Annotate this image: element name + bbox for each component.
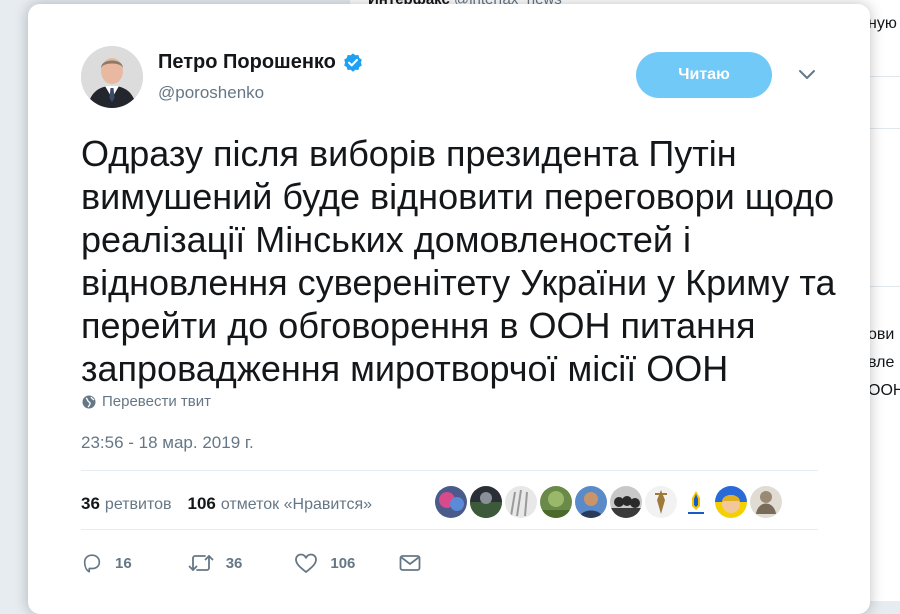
background-text-fragment: ную [868, 15, 897, 32]
direct-message-button[interactable] [399, 553, 433, 573]
likes-count: 106 [187, 494, 216, 513]
liker-avatar[interactable] [645, 486, 677, 518]
likes-label: отметок «Нравится» [220, 496, 373, 513]
liker-avatar[interactable] [575, 486, 607, 518]
liker-avatar[interactable] [610, 486, 642, 518]
liker-avatars [435, 486, 785, 518]
tweet-stats: 36 ретвитов 106 отметок «Нравится» [81, 494, 372, 514]
liker-avatar[interactable] [540, 486, 572, 518]
tweet-text: Одразу після виборів президента Путін ви… [81, 133, 836, 389]
divider [81, 470, 818, 471]
like-count: 106 [330, 554, 356, 572]
avatar-portrait-icon [81, 46, 143, 108]
like-button[interactable]: 106 [294, 552, 355, 574]
tweet-modal: Петро Порошенко @poroshenko Читаю Одразу… [28, 4, 870, 614]
liker-avatar[interactable] [435, 486, 467, 518]
retweets-count: 36 [81, 494, 100, 513]
author-name[interactable]: Петро Порошенко [158, 51, 336, 74]
liker-avatar[interactable] [470, 486, 502, 518]
heart-icon [295, 553, 318, 573]
direct-message-icon [400, 555, 421, 571]
reply-count: 16 [115, 554, 132, 572]
retweet-button[interactable]: 36 [188, 552, 243, 574]
retweet-count: 36 [225, 554, 243, 572]
translate-label[interactable]: Перевести твит [102, 393, 211, 410]
author-handle[interactable]: @poroshenko [158, 83, 264, 103]
globe-icon [82, 395, 96, 408]
translate-link[interactable]: Перевести твит [82, 393, 211, 410]
retweets-stat[interactable]: 36 ретвитов [81, 494, 172, 514]
chevron-down-icon[interactable] [798, 68, 816, 82]
retweet-icon [188, 555, 214, 571]
divider [81, 529, 818, 530]
background-text-fragment: вле [868, 354, 895, 371]
liker-avatar[interactable] [680, 486, 712, 518]
retweets-label: ретвитов [104, 496, 172, 513]
tweet-timestamp[interactable]: 23:56 - 18 мар. 2019 г. [81, 433, 254, 453]
tweet-actions: 16 36 106 [81, 552, 433, 574]
background-text-fragment: ови [868, 326, 895, 343]
background-text-fragment: ООН [868, 382, 900, 399]
reply-icon [83, 554, 101, 573]
avatar[interactable] [81, 46, 143, 108]
liker-avatar[interactable] [715, 486, 747, 518]
reply-button[interactable]: 16 [81, 552, 132, 574]
liker-avatar[interactable] [750, 486, 782, 518]
follow-button[interactable]: Читаю [636, 52, 772, 98]
verified-badge-icon [344, 52, 362, 72]
liker-avatar[interactable] [505, 486, 537, 518]
author-name-line: Петро Порошенко [158, 51, 364, 74]
likes-stat[interactable]: 106 отметок «Нравится» [188, 494, 373, 514]
